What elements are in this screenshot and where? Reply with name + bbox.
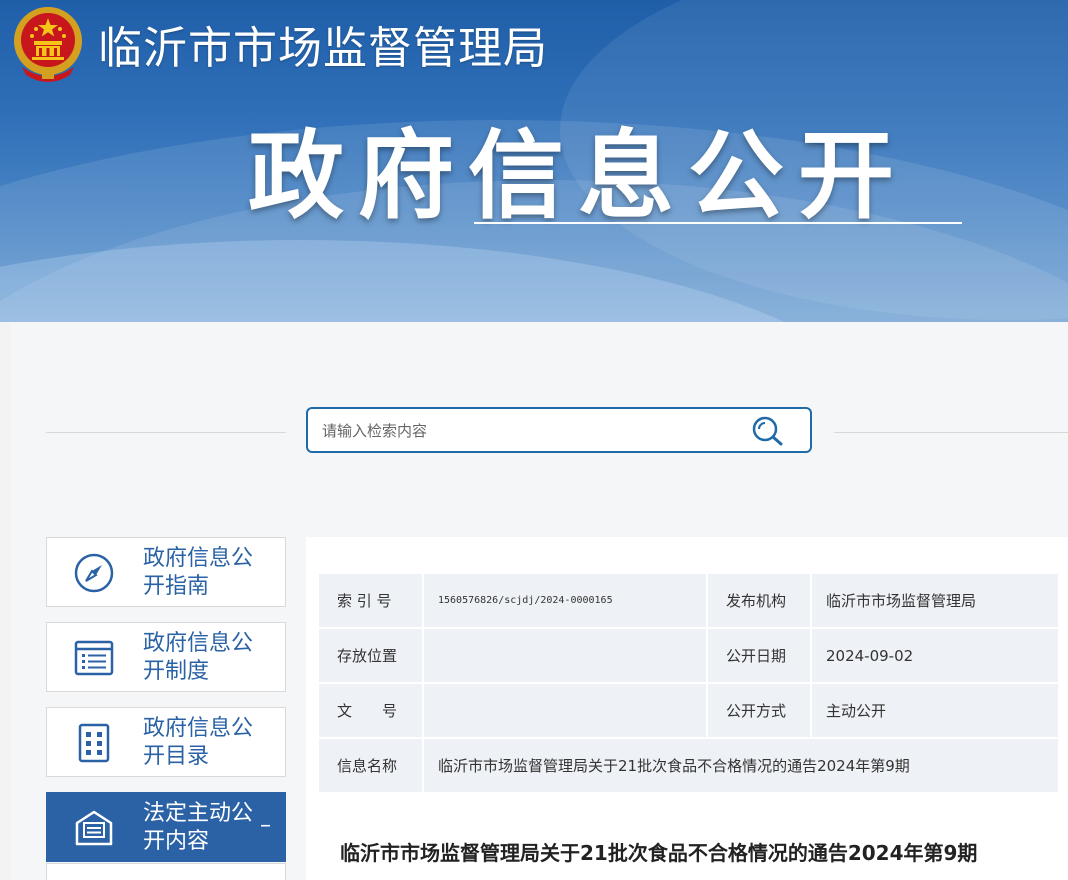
publisher-value: 临沂市市场监督管理局 — [812, 574, 1058, 627]
banner-title: 政府信息公开 — [248, 120, 908, 232]
divider — [834, 432, 1068, 433]
location-label: 存放位置 — [319, 629, 422, 682]
index-label: 索 引 号 — [319, 574, 422, 627]
sidebar-item-catalog[interactable]: 政府信息公开目录 — [46, 707, 286, 777]
sidebar-item-label: 政府信息公开制度 — [143, 631, 254, 684]
newspaper-icon — [75, 810, 113, 846]
index-value: 1560576826/scjdj/2024-0000165 — [424, 574, 706, 627]
name-label: 信息名称 — [319, 739, 422, 792]
search-box — [306, 407, 812, 453]
sidebar-item-active-disclosure[interactable]: 法定主动公开内容 – — [46, 792, 286, 862]
document-list-icon — [74, 640, 114, 676]
collapse-toggle[interactable]: – — [260, 813, 271, 838]
doc-no-label: 文 号 — [319, 684, 422, 737]
date-label: 公开日期 — [708, 629, 810, 682]
search-icon — [752, 416, 783, 446]
divider — [46, 432, 286, 433]
name-value: 临沂市市场监督管理局关于21批次食品不合格情况的通告2024年第9期 — [424, 739, 1058, 792]
info-table: 索 引 号 1560576826/scjdj/2024-0000165 发布机构… — [317, 572, 1060, 794]
table-row: 存放位置 公开日期 2024-09-02 — [319, 629, 1058, 682]
table-row: 文 号 公开方式 主动公开 — [319, 684, 1058, 737]
sidebar-item-system[interactable]: 政府信息公开制度 — [46, 622, 286, 692]
doc-no-value — [424, 684, 706, 737]
national-emblem-icon — [14, 7, 82, 82]
sidebar-item-label: 法定主动公开内容 — [143, 801, 254, 854]
header-banner: 临沂市市场监督管理局 政府信息公开 — [0, 0, 1068, 322]
method-value: 主动公开 — [812, 684, 1058, 737]
search-button[interactable] — [750, 415, 784, 447]
search-input[interactable] — [320, 409, 724, 453]
agency-name: 临沂市市场监督管理局 — [98, 23, 548, 74]
publisher-label: 发布机构 — [708, 574, 810, 627]
article-title: 临沂市市场监督管理局关于21批次食品不合格情况的通告2024年第9期 — [340, 841, 978, 865]
catalog-grid-icon — [78, 723, 110, 763]
sidebar-item-guide[interactable]: 政府信息公开指南 — [46, 537, 286, 607]
compass-icon — [74, 553, 114, 593]
sidebar-subitem[interactable] — [46, 863, 286, 880]
date-value: 2024-09-02 — [812, 629, 1058, 682]
table-row: 索 引 号 1560576826/scjdj/2024-0000165 发布机构… — [319, 574, 1058, 627]
table-row: 信息名称 临沂市市场监督管理局关于21批次食品不合格情况的通告2024年第9期 — [319, 739, 1058, 792]
sidebar-item-label: 政府信息公开目录 — [143, 716, 254, 769]
title-underline — [474, 222, 962, 224]
sidebar-item-label: 政府信息公开指南 — [143, 546, 254, 599]
method-label: 公开方式 — [708, 684, 810, 737]
location-value — [424, 629, 706, 682]
